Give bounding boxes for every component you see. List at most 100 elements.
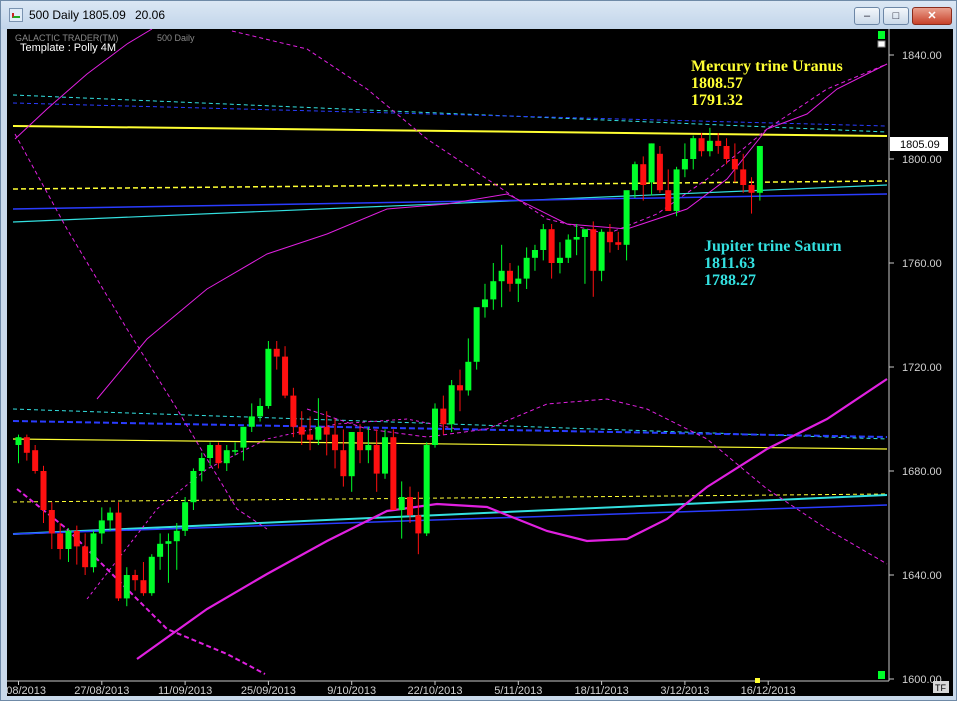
x-tick-label-6: 5/11/2013 bbox=[494, 685, 542, 696]
y-tick-label-1640: 1640.00 bbox=[902, 570, 942, 582]
candle-body-60 bbox=[515, 278, 522, 284]
candle-body-15 bbox=[140, 580, 147, 594]
price-chart[interactable]: GALACTIC TRADER(TM) 500 Daily Template :… bbox=[7, 29, 953, 696]
candle-body-72 bbox=[615, 242, 622, 245]
candle-body-37 bbox=[323, 426, 330, 435]
x-tick-label-1: 27/08/2013 bbox=[74, 685, 129, 696]
candle-body-68 bbox=[581, 229, 588, 237]
candle-body-38 bbox=[332, 434, 339, 451]
candle-body-63 bbox=[540, 229, 547, 250]
candle-body-56 bbox=[481, 299, 488, 308]
candle-body-48 bbox=[415, 515, 422, 534]
candle-body-32 bbox=[282, 356, 289, 396]
symbol-label: 500 Daily bbox=[157, 33, 195, 43]
candle-body-49 bbox=[423, 445, 430, 534]
chart-frame[interactable]: GALACTIC TRADER(TM) 500 Daily Template :… bbox=[7, 29, 953, 696]
candle-body-25 bbox=[223, 450, 230, 464]
candle-body-22 bbox=[198, 458, 205, 471]
candle-body-6 bbox=[65, 530, 72, 549]
candle-body-45 bbox=[390, 437, 397, 510]
maximize-button[interactable]: □ bbox=[883, 7, 909, 25]
candle-body-57 bbox=[490, 281, 497, 300]
mercury-annotation-title: Mercury trine Uranus bbox=[691, 58, 843, 75]
window-title: 500 Daily 1805.09 bbox=[29, 8, 126, 22]
candle-body-28 bbox=[248, 416, 255, 427]
close-button[interactable]: ✕ bbox=[912, 7, 952, 25]
x-tick-label-0: 13/08/2013 bbox=[7, 685, 46, 696]
candle-body-47 bbox=[407, 497, 414, 516]
candle-body-3 bbox=[40, 471, 47, 510]
candle-body-81 bbox=[690, 138, 697, 159]
candle-body-17 bbox=[157, 543, 164, 557]
x-tick-label-9: 16/12/2013 bbox=[741, 685, 796, 696]
candle-body-61 bbox=[523, 257, 530, 279]
candle-body-23 bbox=[207, 445, 214, 458]
candle-body-67 bbox=[573, 237, 580, 240]
candle-body-50 bbox=[432, 408, 438, 445]
candle-body-1 bbox=[23, 437, 30, 453]
candle-body-87 bbox=[740, 169, 747, 185]
candle-body-13 bbox=[123, 575, 130, 599]
candle-body-24 bbox=[215, 445, 222, 464]
tf-label[interactable]: TF bbox=[935, 683, 946, 693]
candle-body-10 bbox=[98, 520, 105, 534]
candle-body-73 bbox=[623, 190, 630, 245]
candle-body-82 bbox=[698, 138, 705, 152]
candle-body-76 bbox=[648, 143, 655, 183]
candle-body-51 bbox=[440, 408, 447, 425]
title-bar[interactable]: 500 Daily 1805.09 20.06 – □ ✕ bbox=[1, 1, 956, 29]
y-tick-label-1680: 1680.00 bbox=[902, 466, 942, 478]
jupiter-annotation-value2: 1788.27 bbox=[704, 272, 756, 289]
candle-body-75 bbox=[640, 164, 647, 185]
candle-body-52 bbox=[448, 385, 455, 425]
candle-body-84 bbox=[715, 140, 722, 146]
candle-body-64 bbox=[548, 229, 555, 263]
candle-body-11 bbox=[107, 512, 114, 521]
candle-body-33 bbox=[290, 395, 297, 427]
y-tick-label-1800: 1800.00 bbox=[902, 154, 942, 166]
x-tick-label-5: 22/10/2013 bbox=[407, 685, 462, 696]
candle-body-2 bbox=[32, 450, 39, 471]
candle-body-34 bbox=[298, 426, 305, 435]
scroll-marker-top[interactable] bbox=[878, 31, 885, 39]
x-tick-label-2: 11/09/2013 bbox=[158, 685, 212, 696]
last-price-label: 1805.09 bbox=[900, 139, 940, 151]
x-tick-label-8: 3/12/2013 bbox=[660, 685, 709, 696]
candle-body-54 bbox=[465, 361, 472, 391]
candle-body-19 bbox=[173, 530, 180, 542]
candle-body-79 bbox=[673, 169, 680, 211]
candle-body-70 bbox=[598, 231, 605, 271]
candle-body-69 bbox=[590, 229, 597, 271]
candle-body-74 bbox=[631, 164, 638, 191]
candle-body-0 bbox=[15, 437, 22, 445]
scroll-marker-bottom[interactable] bbox=[878, 671, 885, 679]
scroll-handle-top[interactable] bbox=[877, 40, 886, 48]
candle-body-21 bbox=[190, 471, 197, 503]
x-tick-label-3: 25/09/2013 bbox=[241, 685, 296, 696]
candle-body-31 bbox=[273, 348, 280, 357]
jupiter-annotation-title: Jupiter trine Saturn bbox=[704, 238, 842, 255]
y-tick-label-1720: 1720.00 bbox=[902, 362, 942, 374]
mercury-annotation-value2: 1791.32 bbox=[691, 92, 743, 109]
candle-body-40 bbox=[348, 432, 355, 477]
candle-body-41 bbox=[357, 432, 364, 451]
candle-body-65 bbox=[556, 257, 563, 263]
chart-app-icon bbox=[9, 8, 23, 22]
window-title-value: 20.06 bbox=[135, 8, 166, 22]
app-window: 500 Daily 1805.09 20.06 – □ ✕ GALACTIC T… bbox=[0, 0, 957, 701]
candle-body-4 bbox=[48, 510, 55, 534]
candle-body-39 bbox=[340, 450, 347, 477]
candle-body-78 bbox=[665, 190, 672, 211]
candle-body-30 bbox=[265, 348, 272, 406]
candle-body-55 bbox=[473, 307, 480, 362]
candle-body-9 bbox=[90, 533, 97, 568]
candle-body-88 bbox=[748, 185, 755, 193]
candle-body-53 bbox=[456, 385, 463, 391]
candle-body-44 bbox=[382, 437, 389, 474]
candle-body-12 bbox=[115, 512, 122, 599]
minimize-button[interactable]: – bbox=[854, 7, 880, 25]
candle-body-36 bbox=[315, 426, 322, 440]
candle-body-85 bbox=[723, 146, 730, 159]
template-label: Template : Polly 4M bbox=[20, 42, 116, 54]
candle-body-46 bbox=[398, 497, 405, 510]
